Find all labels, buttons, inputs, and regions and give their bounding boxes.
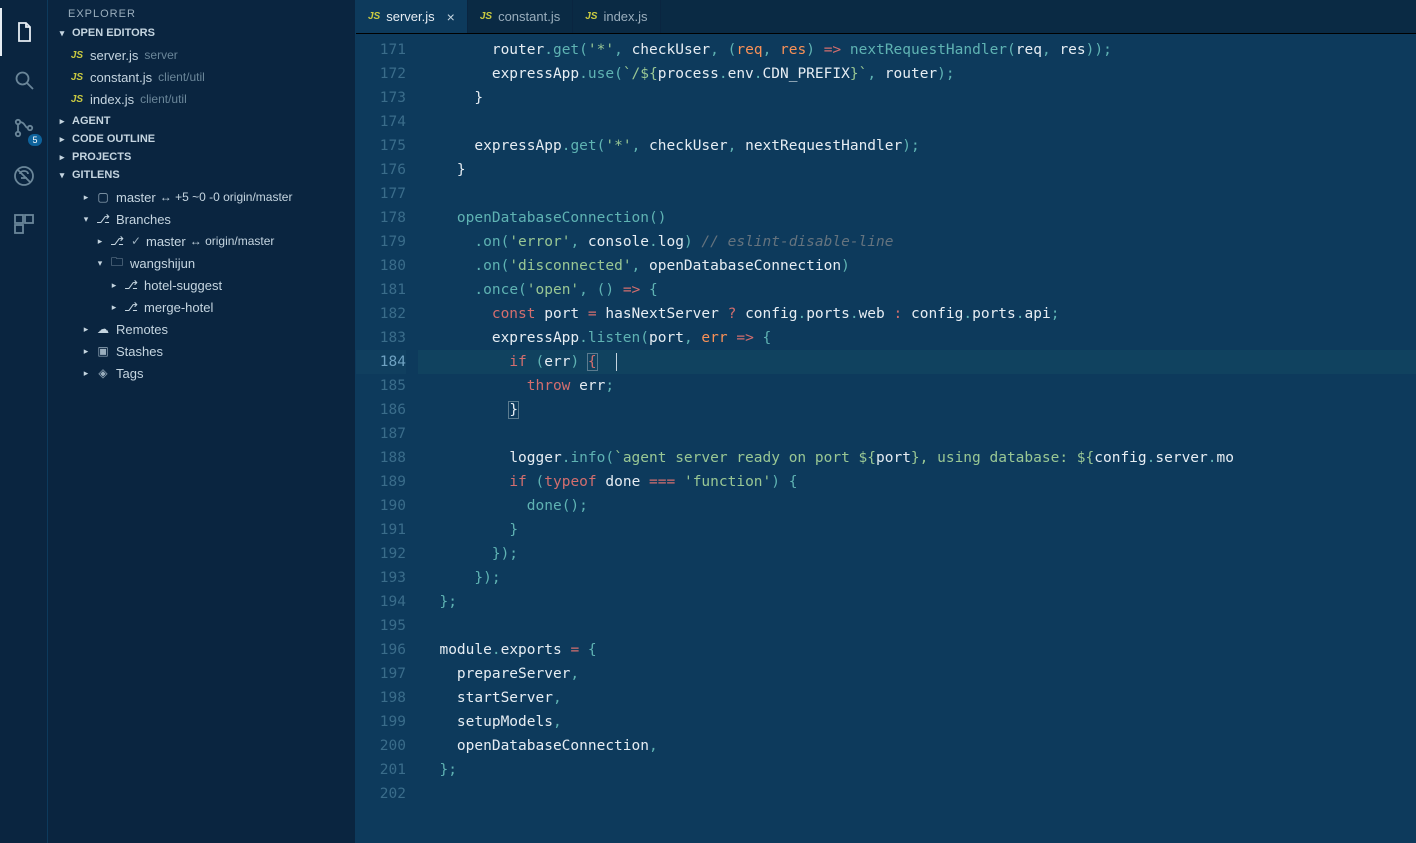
section-code-outline[interactable]: ▸ CODE OUTLINE: [48, 130, 355, 148]
cloud-icon: ☁: [94, 322, 112, 336]
js-icon: JS: [368, 11, 380, 22]
files-icon: [12, 20, 36, 44]
section-open-editors[interactable]: ▾ OPEN EDITORS: [48, 24, 355, 42]
code-area[interactable]: router.get('*', checkUser, (req, res) =>…: [418, 34, 1416, 843]
tab-label: server.js: [386, 9, 434, 24]
branch-icon: ⎇: [108, 234, 126, 248]
repo-icon: ▢: [94, 190, 112, 204]
chevron-down-icon: ▾: [94, 258, 106, 269]
file-path-hint: client/util: [140, 92, 187, 106]
tab-constant-js[interactable]: JS constant.js: [468, 0, 573, 33]
branch-icon: ⎇: [122, 278, 140, 292]
activity-scm[interactable]: 5: [0, 104, 48, 152]
editor-group: JS server.js × JS constant.js JS index.j…: [356, 0, 1416, 843]
chevron-right-icon: ▸: [56, 116, 68, 127]
gitlens-branch-current[interactable]: ▸ ⎇ ✓ master ↔ origin/master: [48, 230, 355, 252]
check-icon: ✓: [130, 234, 142, 248]
gitlens-tree: ▸ ▢ master ↔ +5 ~0 -0 origin/master ▾ ⎇ …: [48, 184, 355, 386]
gitlens-folder[interactable]: ▾ 🗀 wangshijun: [48, 252, 355, 274]
chevron-right-icon: ▸: [56, 134, 68, 145]
tags-label: Tags: [116, 366, 143, 381]
open-editor-item[interactable]: JS server.js server: [48, 44, 355, 66]
file-name: index.js: [90, 92, 134, 107]
section-label: PROJECTS: [72, 151, 131, 163]
js-icon: JS: [68, 50, 86, 61]
remotes-label: Remotes: [116, 322, 168, 337]
scm-badge: 5: [28, 134, 41, 146]
file-path-hint: client/util: [158, 70, 205, 84]
tab-label: constant.js: [498, 9, 560, 24]
chevron-right-icon: ▸: [108, 302, 120, 313]
folder-icon: 🗀: [108, 253, 126, 274]
branch-name: master: [146, 234, 186, 249]
search-icon: [12, 68, 36, 92]
section-label: OPEN EDITORS: [72, 27, 155, 39]
chevron-right-icon: ▸: [56, 152, 68, 163]
activity-bar: 5: [0, 0, 48, 843]
chevron-right-icon: ▸: [80, 324, 92, 335]
section-projects[interactable]: ▸ PROJECTS: [48, 148, 355, 166]
branch-icon: ⎇: [94, 212, 112, 226]
activity-extensions[interactable]: [0, 200, 48, 248]
gitlens-stashes[interactable]: ▸ ▣ Stashes: [48, 340, 355, 362]
chevron-down-icon: ▾: [80, 214, 92, 225]
editor[interactable]: 1711721731741751761771781791801811821831…: [356, 34, 1416, 843]
file-name: server.js: [90, 48, 138, 63]
file-path-hint: server: [144, 48, 177, 62]
extensions-icon: [12, 212, 36, 236]
js-icon: JS: [480, 11, 492, 22]
branches-label: Branches: [116, 212, 171, 227]
activity-explorer[interactable]: [0, 8, 48, 56]
sidebar: EXPLORER ▾ OPEN EDITORS JS server.js ser…: [48, 0, 356, 843]
tab-server-js[interactable]: JS server.js ×: [356, 0, 468, 33]
section-gitlens[interactable]: ▾ GITLENS: [48, 166, 355, 184]
no-bug-icon: [12, 164, 36, 188]
gitlens-repo[interactable]: ▸ ▢ master ↔ +5 ~0 -0 origin/master: [48, 186, 355, 208]
chevron-right-icon: ▸: [80, 346, 92, 357]
sidebar-title: EXPLORER: [48, 0, 355, 24]
chevron-right-icon: ▸: [94, 236, 106, 247]
repo-status: ↔ +5 ~0 -0 origin/master: [160, 190, 293, 204]
section-agent[interactable]: ▸ AGENT: [48, 112, 355, 130]
chevron-down-icon: ▾: [56, 170, 68, 181]
js-icon: JS: [68, 94, 86, 105]
js-icon: JS: [585, 11, 597, 22]
tab-bar: JS server.js × JS constant.js JS index.j…: [356, 0, 1416, 34]
line-number-gutter: 1711721731741751761771781791801811821831…: [356, 34, 418, 843]
open-editor-item[interactable]: JS constant.js client/util: [48, 66, 355, 88]
chevron-right-icon: ▸: [108, 280, 120, 291]
branch-upstream: ↔ origin/master: [190, 234, 275, 248]
js-icon: JS: [68, 72, 86, 83]
section-label: AGENT: [72, 115, 111, 127]
branch-name: hotel-suggest: [144, 278, 222, 293]
chevron-right-icon: ▸: [80, 192, 92, 203]
gitlens-remotes[interactable]: ▸ ☁ Remotes: [48, 318, 355, 340]
gitlens-branch[interactable]: ▸ ⎇ hotel-suggest: [48, 274, 355, 296]
open-editor-item[interactable]: JS index.js client/util: [48, 88, 355, 110]
tag-icon: ◈: [94, 366, 112, 380]
branch-icon: ⎇: [122, 300, 140, 314]
file-name: constant.js: [90, 70, 152, 85]
chevron-right-icon: ▸: [80, 368, 92, 379]
activity-debug[interactable]: [0, 152, 48, 200]
gitlens-tags[interactable]: ▸ ◈ Tags: [48, 362, 355, 384]
activity-search[interactable]: [0, 56, 48, 104]
open-editors-tree: JS server.js server JS constant.js clien…: [48, 42, 355, 112]
stash-icon: ▣: [94, 344, 112, 358]
stashes-label: Stashes: [116, 344, 163, 359]
close-icon[interactable]: ×: [447, 9, 455, 25]
repo-name: master: [116, 190, 156, 205]
section-label: GITLENS: [72, 169, 120, 181]
gitlens-branches[interactable]: ▾ ⎇ Branches: [48, 208, 355, 230]
section-label: CODE OUTLINE: [72, 133, 155, 145]
chevron-down-icon: ▾: [56, 28, 68, 39]
gitlens-branch[interactable]: ▸ ⎇ merge-hotel: [48, 296, 355, 318]
tab-label: index.js: [603, 9, 647, 24]
tab-index-js[interactable]: JS index.js: [573, 0, 660, 33]
folder-name: wangshijun: [130, 256, 195, 271]
branch-name: merge-hotel: [144, 300, 213, 315]
